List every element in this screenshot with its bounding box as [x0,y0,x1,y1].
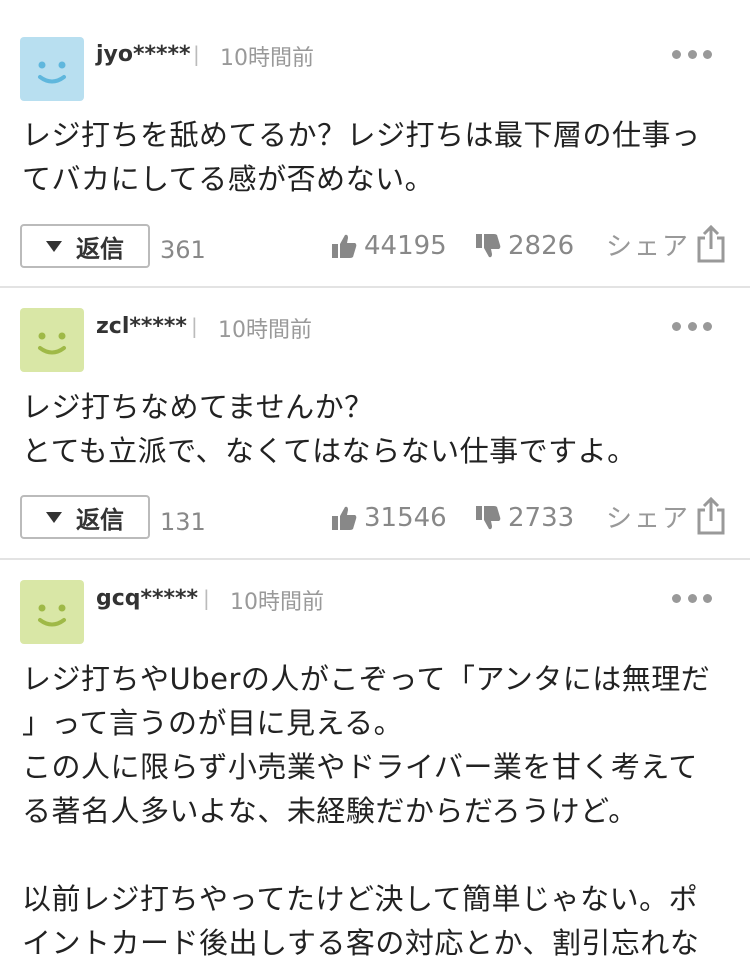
smiley-face-icon [38,61,66,84]
smiley-face-icon [38,332,66,355]
reply-label: 返信 [76,505,124,534]
reply-count: 361 [160,236,206,264]
dislike-button[interactable]: 2826 [474,231,574,261]
comment-body: レジ打ちなめてませんか？ とても立派で、なくてはならない仕事ですよ。 [22,390,637,468]
thumbs-down-icon [476,506,501,530]
post-time: 10時間前 [220,46,314,71]
smiley-face-icon [38,604,66,627]
meta-separator: | [191,314,198,338]
username[interactable]: zcl***** [96,314,187,339]
comment-body: レジ打ちやUberの人がこぞって「アンタには無理だ 」って言うのが目に見える。 … [22,662,711,956]
caret-down-icon [46,511,62,523]
username[interactable]: jyo***** [96,42,191,67]
post-time: 10時間前 [218,318,312,343]
username[interactable]: gcq***** [96,586,198,611]
thumbs-up-icon [332,506,357,530]
share-button[interactable]: シェア [606,496,726,536]
comment-item: zcl***** | 10時間前 レジ打ちなめてませんか？ とても立派で、なくて… [0,288,750,560]
dislike-count: 2826 [508,231,575,261]
comment-item: jyo***** | 10時間前 レジ打ちを舐めてるか？レジ打ちは最下層の仕事っ… [0,0,750,288]
share-label: シェア [606,503,691,534]
reply-button[interactable]: 返信 [20,224,150,268]
caret-down-icon [46,240,62,252]
user-avatar[interactable] [20,580,84,644]
reply-button[interactable]: 返信 [20,495,150,539]
like-button[interactable]: 44195 [330,231,447,261]
share-icon [697,496,725,535]
user-avatar[interactable] [20,37,84,101]
dislike-button[interactable]: 2733 [474,503,574,533]
more-options-icon[interactable] [672,49,712,59]
reply-label: 返信 [76,234,124,263]
like-count: 44195 [364,231,447,261]
meta-separator: | [193,42,200,66]
meta-separator: | [203,586,210,610]
post-time: 10時間前 [230,590,324,615]
user-avatar[interactable] [20,308,84,372]
like-count: 31546 [364,503,447,533]
thumbs-up-icon [332,234,357,258]
share-icon [697,224,725,263]
thumbs-down-icon [476,234,501,258]
share-button[interactable]: シェア [606,224,726,264]
more-options-icon[interactable] [672,321,712,331]
more-options-icon[interactable] [672,593,712,603]
like-button[interactable]: 31546 [330,503,447,533]
comment-item: gcq***** | 10時間前 レジ打ちやUberの人がこぞって「アンタには無… [0,560,750,956]
reply-count: 131 [160,508,206,536]
dislike-count: 2733 [508,503,575,533]
comment-body: レジ打ちを舐めてるか？レジ打ちは最下層の仕事っ てバカにしてる感が否めない。 [22,118,701,196]
share-label: シェア [606,231,691,262]
